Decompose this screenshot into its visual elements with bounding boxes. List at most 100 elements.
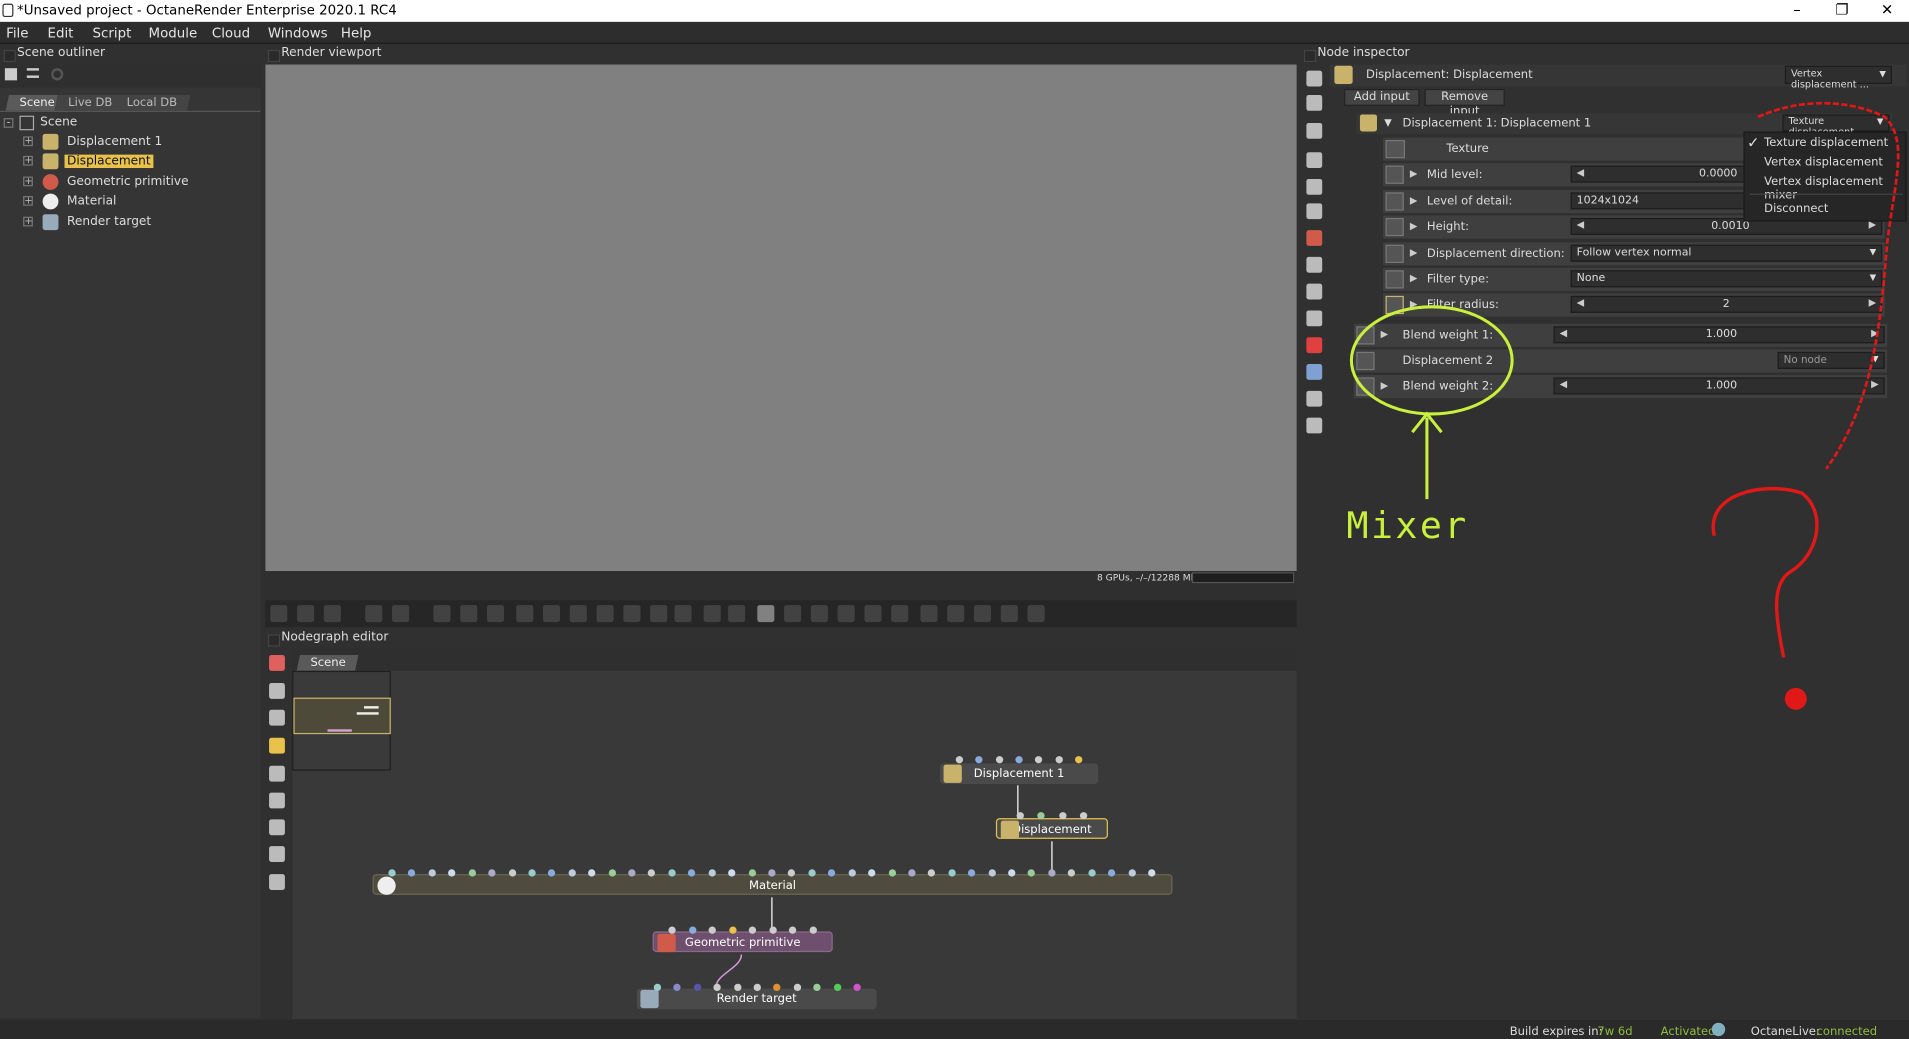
node-pin[interactable]	[995, 756, 1003, 764]
expand-arrow-icon[interactable]: ▼	[1384, 117, 1391, 128]
node-pin[interactable]	[888, 869, 896, 877]
render-tool-icon[interactable]	[864, 605, 882, 623]
inspector-tool-icon[interactable]	[1306, 364, 1323, 380]
node-tool-icon[interactable]	[269, 683, 285, 699]
node-tool-icon[interactable]	[269, 737, 285, 754]
tree-item-material[interactable]: + Material	[0, 192, 256, 211]
node-pin[interactable]	[1008, 869, 1016, 877]
node-pin[interactable]	[653, 983, 662, 992]
render-tool-icon[interactable]	[543, 605, 561, 623]
expand-icon[interactable]: +	[23, 136, 33, 147]
node-tool-icon[interactable]	[269, 655, 285, 671]
menu-file[interactable]: File	[6, 26, 28, 42]
node-pin[interactable]	[568, 869, 576, 877]
menu-item-vertex-displacement[interactable]: Vertex displacement	[1764, 156, 1883, 169]
tab-local-db[interactable]: Local DB	[112, 94, 191, 111]
render-tool-icon[interactable]	[728, 605, 746, 623]
menu-help[interactable]: Help	[341, 26, 372, 42]
inspector-tool-icon[interactable]	[1306, 310, 1323, 327]
restart-icon[interactable]	[392, 605, 410, 623]
blend-weight-1-row[interactable]: ▶ Blend weight 1: ◀ 1.000 ▶	[1353, 323, 1888, 347]
node-tool-icon[interactable]	[269, 765, 285, 782]
node-pin[interactable]	[528, 869, 536, 877]
node-pin[interactable]	[708, 869, 716, 877]
node-pin[interactable]	[753, 983, 761, 992]
displacement-direction-dropdown[interactable]: Follow vertex normal ▼	[1570, 244, 1883, 262]
menu-item-texture-displacement[interactable]: Texture displacement	[1764, 136, 1888, 149]
filter-radius-slider[interactable]: ◀ 2 ▶	[1570, 295, 1883, 313]
play-icon[interactable]	[460, 605, 478, 623]
render-tool-icon[interactable]	[1027, 605, 1045, 623]
render-tool-icon[interactable]	[270, 605, 288, 623]
node-pin[interactable]	[1058, 812, 1067, 820]
menu-item-disconnect[interactable]: Disconnect	[1764, 202, 1828, 215]
blend-weight-2-slider[interactable]: ◀ 1.000 ▶	[1553, 377, 1885, 395]
menu-item-vertex-displacement-mixer[interactable]: Vertex displacement mixer	[1764, 175, 1905, 202]
blend-weight-2-row[interactable]: ▶ Blend weight 2: ◀ 1.000 ▶	[1353, 374, 1888, 399]
inspector-tool-icon[interactable]	[1306, 122, 1323, 139]
node-pin[interactable]	[833, 983, 841, 992]
render-tool-icon[interactable]	[650, 605, 668, 623]
node-pin[interactable]	[769, 926, 777, 934]
node-pin[interactable]	[1048, 869, 1056, 877]
param-filter-radius[interactable]: ▶ Filter radius: ◀ 2 ▶	[1383, 293, 1885, 317]
node-pin[interactable]	[768, 869, 776, 877]
expand-icon[interactable]: +	[23, 216, 33, 227]
inspector-tool-icon[interactable]	[1306, 417, 1323, 434]
node-pin[interactable]	[1016, 812, 1024, 820]
node-pin[interactable]	[728, 926, 737, 934]
menu-edit[interactable]: Edit	[47, 26, 73, 42]
node-pin[interactable]	[1079, 812, 1088, 820]
node-pin[interactable]	[608, 869, 616, 877]
inspector-tool-icon[interactable]	[1306, 230, 1323, 246]
node-pin[interactable]	[428, 869, 436, 877]
render-tool-icon[interactable]	[674, 605, 692, 623]
node-pin[interactable]	[853, 983, 861, 992]
node-pin[interactable]	[693, 983, 702, 992]
minimize-button[interactable]: –	[1775, 0, 1819, 22]
rotate-icon[interactable]	[974, 605, 992, 623]
node-type-dropdown[interactable]: Vertex displacement ... ▼	[1784, 65, 1892, 90]
menu-cloud[interactable]: Cloud	[212, 26, 250, 42]
node-pin[interactable]	[808, 869, 816, 877]
node-pin[interactable]	[948, 869, 956, 877]
displacement-2-dropdown[interactable]: No node ▼	[1777, 351, 1885, 369]
node-material[interactable]: Material	[372, 874, 1173, 895]
inspector-tool-icon[interactable]	[1306, 203, 1323, 220]
node-tool-icon[interactable]	[269, 792, 285, 809]
add-input-button[interactable]: Add input	[1344, 88, 1420, 106]
new-icon[interactable]	[4, 68, 18, 81]
render-tool-icon[interactable]	[516, 605, 534, 623]
inspector-tool-icon[interactable]	[1306, 178, 1323, 195]
menu-windows[interactable]: Windows	[268, 26, 328, 42]
node-pin[interactable]	[908, 869, 916, 877]
node-pin[interactable]	[688, 926, 696, 934]
node-pin[interactable]	[733, 983, 741, 992]
stop-icon[interactable]	[365, 605, 383, 623]
collapse-icon[interactable]: -	[3, 117, 14, 128]
tree-item-displacement[interactable]: + Displacement	[0, 152, 256, 171]
inspector-tool-icon[interactable]	[1306, 152, 1323, 169]
node-tool-icon[interactable]	[269, 846, 285, 862]
render-tool-icon[interactable]	[703, 605, 721, 623]
node-pin[interactable]	[468, 869, 476, 877]
param-filter-type[interactable]: ▶ Filter type: None ▼	[1383, 267, 1885, 291]
expand-icon[interactable]: +	[23, 155, 33, 166]
param-displacement-direction[interactable]: ▶ Displacement direction: Follow vertex …	[1383, 242, 1885, 266]
close-button[interactable]: ✕	[1865, 0, 1909, 22]
render-tool-icon[interactable]	[810, 605, 828, 623]
inspector-tool-icon[interactable]	[1306, 256, 1323, 273]
node-render-target[interactable]: Render target	[636, 988, 877, 1010]
render-tool-icon[interactable]	[891, 605, 909, 623]
tree-item-render-target[interactable]: + Render target	[0, 213, 256, 232]
tree-item-geometric-primitive[interactable]: + Geometric primitive	[0, 173, 256, 192]
tree-item-displacement-1[interactable]: + Displacement 1	[0, 133, 256, 152]
node-pin[interactable]	[848, 869, 856, 877]
inspector-tool-icon[interactable]	[1306, 390, 1323, 407]
refresh-icon[interactable]	[51, 68, 64, 81]
node-pin[interactable]	[809, 926, 817, 934]
node-pin[interactable]	[508, 869, 516, 877]
render-tool-icon[interactable]	[623, 605, 641, 623]
expand-icon[interactable]: +	[23, 195, 33, 206]
render-tool-icon[interactable]	[487, 605, 505, 623]
